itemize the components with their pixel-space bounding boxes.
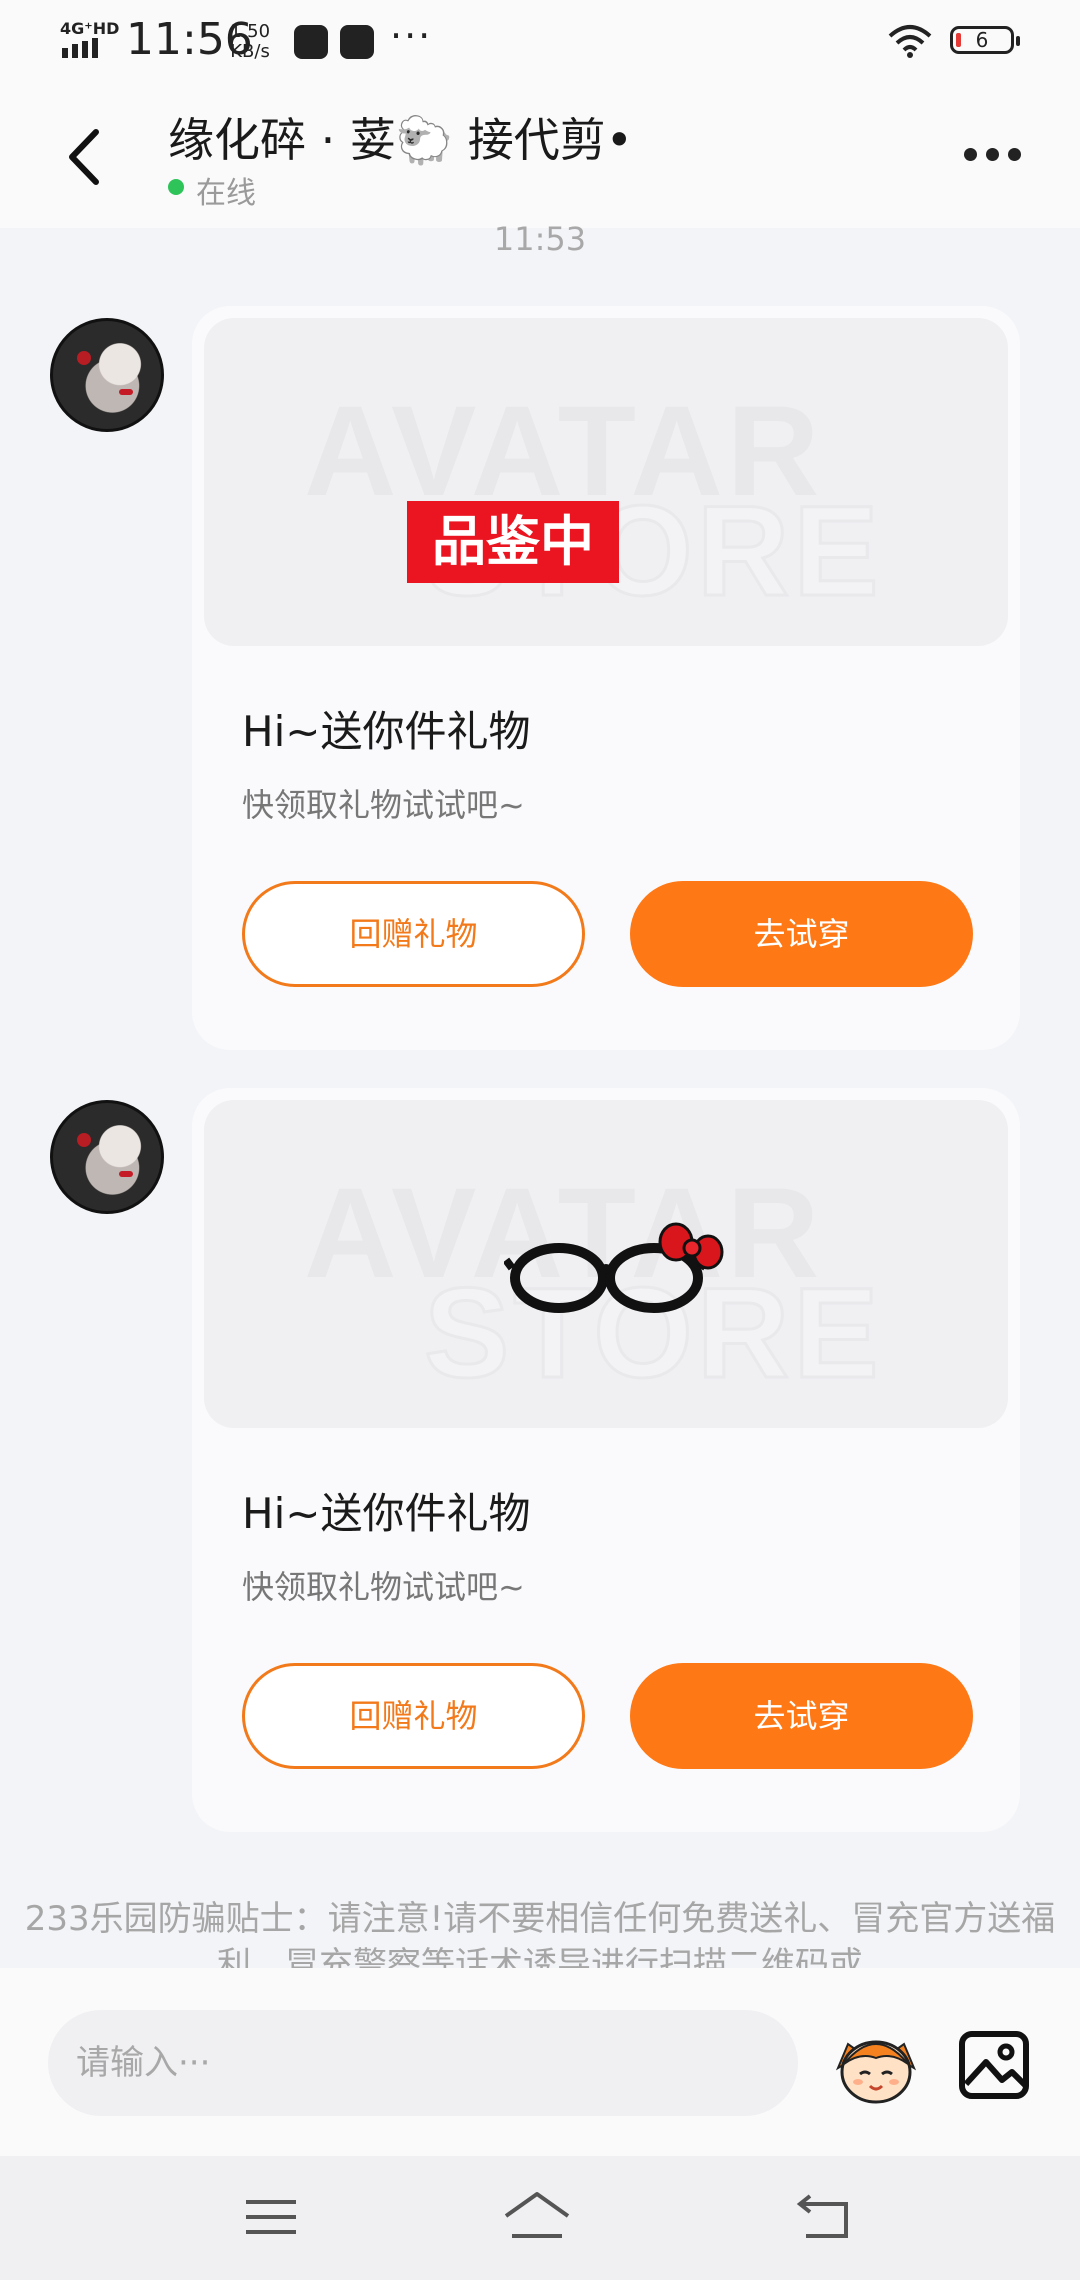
gift-message-card: AVATAR STORE 品鉴中 Hi~送你件礼物 快领取礼物试试吧~ 回赠礼物… (192, 306, 1020, 1050)
sender-avatar[interactable] (50, 318, 164, 432)
glasses-gift-icon (504, 1222, 724, 1313)
message-timestamp: 11:53 (493, 220, 587, 258)
online-status-dot (168, 179, 184, 195)
back-nav-icon[interactable] (788, 2186, 858, 2248)
sender-avatar[interactable] (50, 1100, 164, 1214)
gift-subtitle: 快领取礼物试试吧~ (242, 1568, 525, 1606)
gift-message-card: AVATAR STORE Hi~送你件礼物 快领取礼物试试吧~ 回赠礼物 去试穿 (192, 1088, 1020, 1832)
message-input[interactable] (48, 2010, 798, 2116)
battery-indicator: 6 (950, 26, 1020, 54)
more-notifications-icon: ··· (390, 14, 433, 58)
more-dots-icon[interactable] (964, 144, 1024, 164)
network-indicator: 4G⁺HD (60, 20, 120, 60)
try-on-button[interactable]: 去试穿 (630, 881, 973, 987)
gift-subtitle: 快领取礼物试试吧~ (242, 786, 525, 824)
return-gift-button[interactable]: 回赠礼物 (242, 1663, 585, 1769)
online-status-label: 在线 (196, 176, 256, 211)
gift-title: Hi~送你件礼物 (242, 707, 531, 756)
emoji-icon[interactable] (832, 2024, 920, 2108)
network-speed: 1.50 KB/s (230, 21, 271, 62)
notification-icon (294, 25, 328, 59)
menu-icon[interactable] (236, 2186, 306, 2248)
gallery-icon[interactable] (956, 2026, 1036, 2106)
gift-title: Hi~送你件礼物 (242, 1489, 531, 1538)
signal-icon (62, 38, 98, 58)
try-on-button[interactable]: 去试穿 (630, 1663, 973, 1769)
notification-icon (340, 25, 374, 59)
return-gift-button[interactable]: 回赠礼物 (242, 881, 585, 987)
wifi-icon (888, 25, 932, 58)
home-icon[interactable] (502, 2186, 572, 2248)
back-arrow-icon[interactable] (60, 122, 110, 192)
chat-title: 缘化碎 · 荽🐑 接代剪• (168, 113, 633, 167)
anti-fraud-tip: 233乐园防骗贴士：请注意!请不要相信任何免费送礼、冒充官方送福利、冒充警察等话… (24, 1899, 1056, 1968)
gift-badge: 品鉴中 (407, 501, 619, 583)
gift-image: AVATAR STORE (204, 1100, 1008, 1428)
gift-image: AVATAR STORE 品鉴中 (204, 318, 1008, 646)
